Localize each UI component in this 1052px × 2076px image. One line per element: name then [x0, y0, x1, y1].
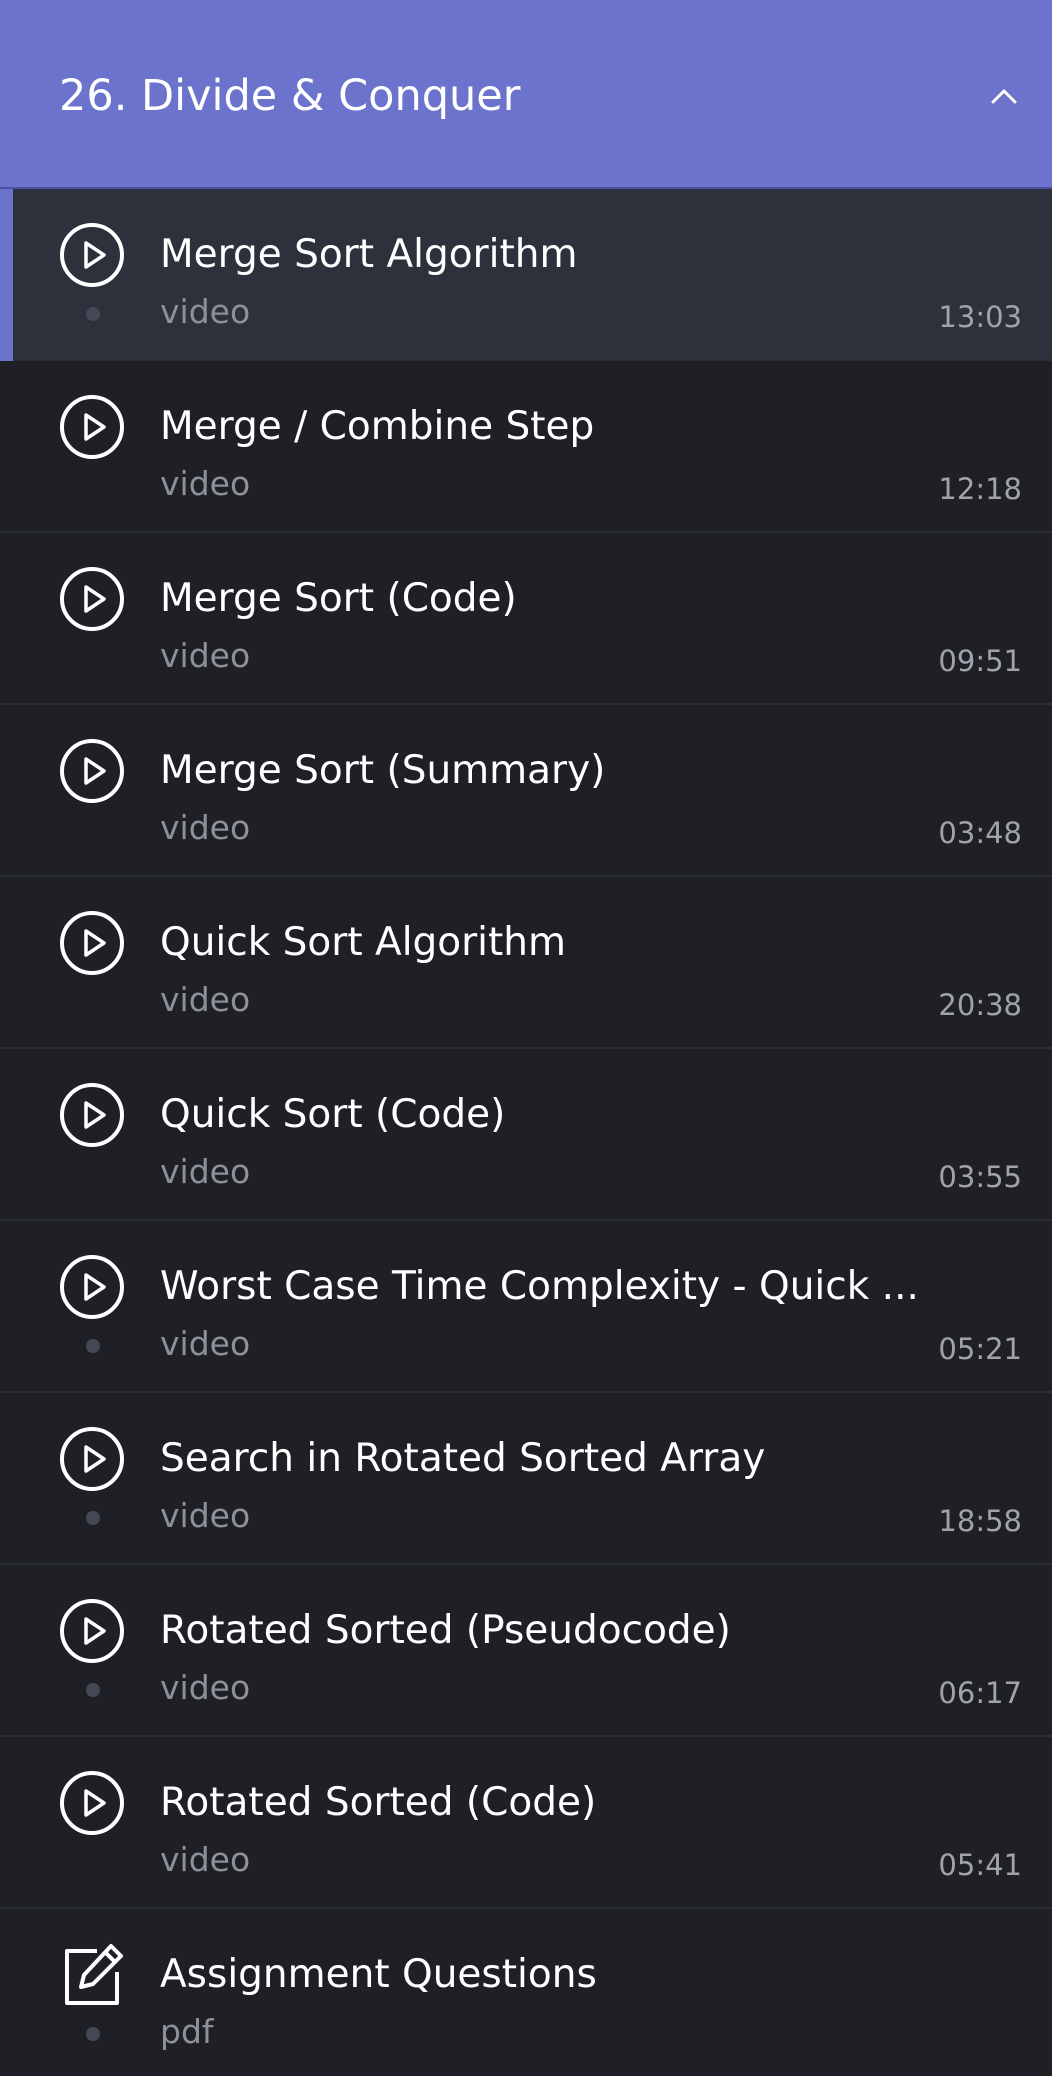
lesson-duration: 06:17 [938, 1676, 1022, 1710]
play-circle-icon [59, 910, 125, 976]
lesson-row[interactable]: Rotated Sorted (Pseudocode) video 06:17 [0, 1565, 1052, 1737]
play-circle-icon [59, 1254, 125, 1320]
lesson-title: Rotated Sorted (Pseudocode) [160, 1608, 731, 1653]
lesson-type: video [160, 1152, 251, 1191]
lesson-row[interactable]: Rotated Sorted (Code) video 05:41 [0, 1737, 1052, 1909]
lesson-row[interactable]: Merge Sort (Summary) video 03:48 [0, 705, 1052, 877]
lesson-title: Merge / Combine Step [160, 404, 595, 449]
section-title: 26. Divide & Conquer [59, 71, 521, 121]
lesson-title: Merge Sort Algorithm [160, 232, 578, 277]
play-circle-icon [59, 1770, 125, 1836]
status-dot [86, 1339, 100, 1353]
course-section-panel: 26. Divide & Conquer Merge Sort Algorith… [0, 0, 1052, 2076]
chevron-up-icon [991, 89, 1017, 104]
status-dot [86, 307, 100, 321]
lesson-row[interactable]: Worst Case Time Complexity - Quick ... vi… [0, 1221, 1052, 1393]
lesson-duration: 12:18 [938, 472, 1022, 506]
lesson-duration: 09:51 [938, 644, 1022, 678]
lesson-title: Rotated Sorted (Code) [160, 1780, 597, 1825]
play-circle-icon [59, 394, 125, 460]
lesson-row[interactable]: Quick Sort (Code) video 03:55 [0, 1049, 1052, 1221]
lesson-title: Merge Sort (Code) [160, 576, 517, 621]
section-header[interactable]: 26. Divide & Conquer [0, 0, 1052, 189]
lesson-duration: 05:41 [938, 1848, 1022, 1882]
lesson-row[interactable]: Merge Sort (Code) video 09:51 [0, 533, 1052, 705]
status-dot [86, 1511, 100, 1525]
lesson-title: Merge Sort (Summary) [160, 748, 606, 793]
lesson-type: video [160, 1324, 251, 1363]
lesson-type: video [160, 1840, 251, 1879]
edit-document-icon [59, 1942, 125, 2008]
lesson-type: video [160, 1668, 251, 1707]
lesson-title: Search in Rotated Sorted Array [160, 1436, 766, 1481]
lesson-list: Merge Sort Algorithm video 13:03 Merge / Co… [0, 189, 1052, 2076]
status-dot [86, 2027, 100, 2041]
lesson-row[interactable]: Assignment Questions pdf [0, 1909, 1052, 2076]
lesson-row[interactable]: Merge Sort Algorithm video 13:03 [0, 189, 1052, 361]
lesson-duration: 18:58 [938, 1504, 1022, 1538]
lesson-type: video [160, 464, 251, 503]
lesson-duration: 03:48 [938, 816, 1022, 850]
lesson-title: Quick Sort Algorithm [160, 920, 567, 965]
lesson-type: video [160, 980, 251, 1019]
lesson-title: Quick Sort (Code) [160, 1092, 506, 1137]
lesson-type: video [160, 808, 251, 847]
play-circle-icon [59, 1598, 125, 1664]
lesson-duration: 05:21 [938, 1332, 1022, 1366]
lesson-duration: 13:03 [938, 300, 1022, 334]
play-circle-icon [59, 738, 125, 804]
lesson-type: video [160, 1496, 251, 1535]
lesson-title: Worst Case Time Complexity - Quick ... [160, 1264, 919, 1309]
lesson-duration: 03:55 [938, 1160, 1022, 1194]
status-dot [86, 1683, 100, 1697]
lesson-row[interactable]: Search in Rotated Sorted Array video 18:58 [0, 1393, 1052, 1565]
play-circle-icon [59, 222, 125, 288]
lesson-type: video [160, 292, 251, 331]
play-circle-icon [59, 1426, 125, 1492]
play-circle-icon [59, 1082, 125, 1148]
lesson-type: video [160, 636, 251, 675]
lesson-row[interactable]: Quick Sort Algorithm video 20:38 [0, 877, 1052, 1049]
lesson-row[interactable]: Merge / Combine Step video 12:18 [0, 361, 1052, 533]
active-indicator [0, 189, 13, 361]
collapse-section-button[interactable] [980, 78, 1028, 114]
lesson-duration: 20:38 [938, 988, 1022, 1022]
lesson-type: pdf [160, 2012, 214, 2051]
play-circle-icon [59, 566, 125, 632]
lesson-title: Assignment Questions [160, 1952, 597, 1997]
